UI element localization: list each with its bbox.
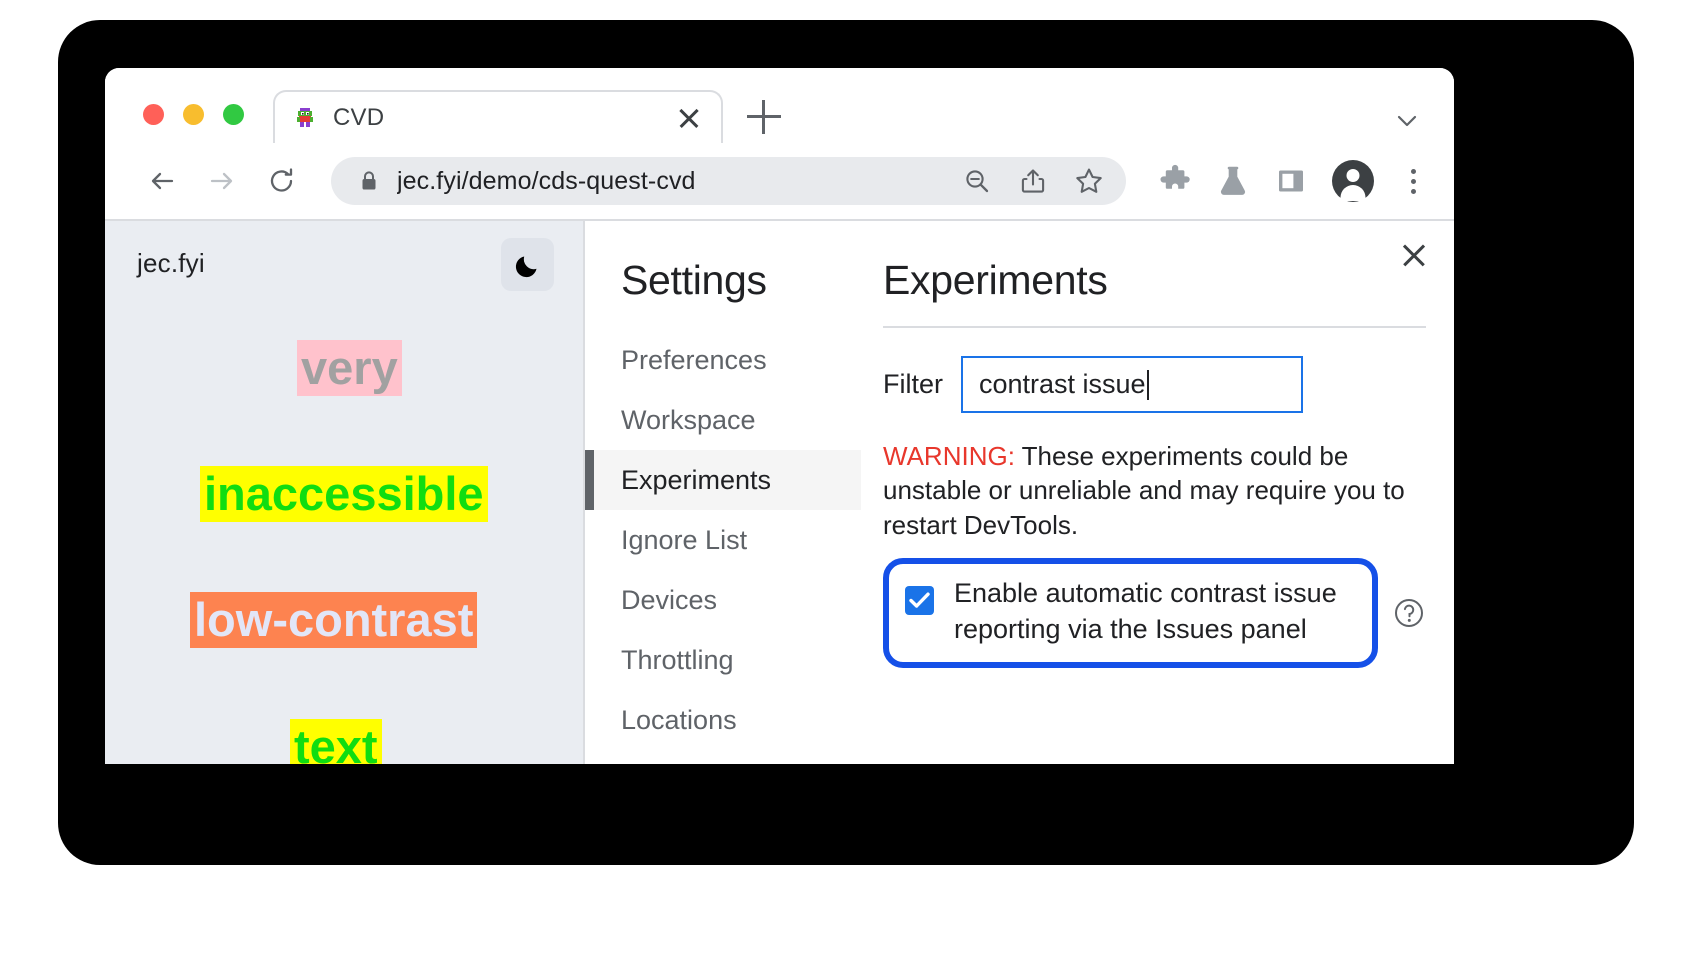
site-logo[interactable]: jec.fyi — [137, 248, 205, 279]
browser-window: CVD — [105, 68, 1454, 764]
text-caret — [1147, 370, 1149, 400]
forward-icon[interactable] — [199, 158, 245, 204]
new-tab-icon[interactable] — [747, 100, 781, 134]
experiments-warning: WARNING: These experiments could be unst… — [883, 439, 1423, 542]
sidebar-item-devices[interactable]: Devices — [585, 570, 861, 630]
cvd-avatar-favicon — [293, 106, 317, 130]
divider — [883, 326, 1426, 328]
chevron-down-icon[interactable] — [1396, 110, 1418, 132]
search-input-value: contrast issue — [979, 369, 1146, 400]
settings-title: Settings — [585, 257, 861, 304]
maximize-window-button[interactable] — [223, 104, 244, 125]
sidebar-item-label: Ignore List — [621, 525, 747, 556]
sidebar-item-experiments[interactable]: Experiments — [585, 450, 861, 510]
experiment-checkbox[interactable] — [905, 586, 934, 615]
menu-dot — [1411, 179, 1416, 184]
settings-nav: Settings Preferences Workspace Experimen… — [585, 221, 861, 764]
browser-menu-icon[interactable] — [1398, 163, 1428, 199]
zoom-out-icon[interactable] — [962, 166, 992, 196]
help-icon[interactable] — [1392, 596, 1426, 630]
menu-dot — [1411, 189, 1416, 194]
warning-label: WARNING: — [883, 441, 1015, 471]
sample-text-inaccessible: inaccessible — [200, 466, 488, 522]
minimize-window-button[interactable] — [183, 104, 204, 125]
sidebar-item-label: Devices — [621, 585, 717, 616]
screenshot-stage: CVD — [0, 0, 1692, 974]
dark-mode-toggle[interactable] — [501, 238, 554, 291]
tab-strip: CVD — [105, 68, 1454, 143]
sidebar-item-label: Locations — [621, 705, 737, 736]
sidebar-item-throttling[interactable]: Throttling — [585, 630, 861, 690]
experiments-flask-icon[interactable] — [1216, 164, 1250, 198]
sidebar-item-locations[interactable]: Locations — [585, 690, 861, 750]
web-page-content: jec.fyi very inaccessible low-contrast t… — [105, 221, 583, 764]
page-title: Experiments — [883, 257, 1426, 304]
browser-tab[interactable]: CVD — [273, 90, 723, 143]
sidebar-item-label: Experiments — [621, 465, 771, 496]
avatar[interactable] — [1332, 160, 1374, 202]
sidebar-item-label: Workspace — [621, 405, 756, 436]
sidebar-item-label: Throttling — [621, 645, 734, 676]
sidebar-item-label: Preferences — [621, 345, 767, 376]
reload-icon[interactable] — [259, 158, 305, 204]
browser-toolbar: jec.fyi/demo/cds-quest-cvd — [105, 143, 1454, 221]
sample-text-text: text — [290, 719, 382, 764]
settings-content: Experiments Filter contrast issue WARNIN… — [861, 221, 1454, 764]
toolbar-actions — [1158, 160, 1428, 202]
address-bar-url: jec.fyi/demo/cds-quest-cvd — [397, 167, 952, 196]
address-bar[interactable]: jec.fyi/demo/cds-quest-cvd — [331, 157, 1126, 205]
search-input[interactable]: contrast issue — [961, 356, 1303, 413]
lock-icon — [359, 170, 379, 192]
tab-title: CVD — [333, 104, 675, 132]
moon-icon — [514, 251, 542, 279]
menu-dot — [1411, 169, 1416, 174]
side-panel-icon[interactable] — [1274, 164, 1308, 198]
devtools-settings-dialog: Settings Preferences Workspace Experimen… — [583, 221, 1454, 764]
share-icon[interactable] — [1018, 166, 1048, 196]
experiment-highlight-box: Enable automatic contrast issue reportin… — [883, 558, 1378, 668]
filter-label: Filter — [883, 369, 943, 400]
extensions-puzzle-icon[interactable] — [1158, 164, 1192, 198]
experiment-label[interactable]: Enable automatic contrast issue reportin… — [954, 576, 1354, 648]
back-icon[interactable] — [139, 158, 185, 204]
filter-row: Filter contrast issue — [883, 356, 1426, 413]
window-controls — [143, 104, 244, 125]
sample-text-low-contrast: low-contrast — [190, 592, 477, 648]
sidebar-item-workspace[interactable]: Workspace — [585, 390, 861, 450]
bookmark-star-icon[interactable] — [1074, 166, 1104, 196]
address-bar-actions — [962, 166, 1104, 196]
close-tab-icon[interactable] — [675, 104, 703, 132]
sidebar-item-ignore-list[interactable]: Ignore List — [585, 510, 861, 570]
sidebar-item-preferences[interactable]: Preferences — [585, 330, 861, 390]
close-window-button[interactable] — [143, 104, 164, 125]
close-settings-icon[interactable] — [1399, 240, 1429, 270]
experiment-row: Enable automatic contrast issue reportin… — [883, 558, 1426, 668]
sample-text-very: very — [297, 340, 402, 396]
page-viewport: jec.fyi very inaccessible low-contrast t… — [105, 221, 1454, 764]
